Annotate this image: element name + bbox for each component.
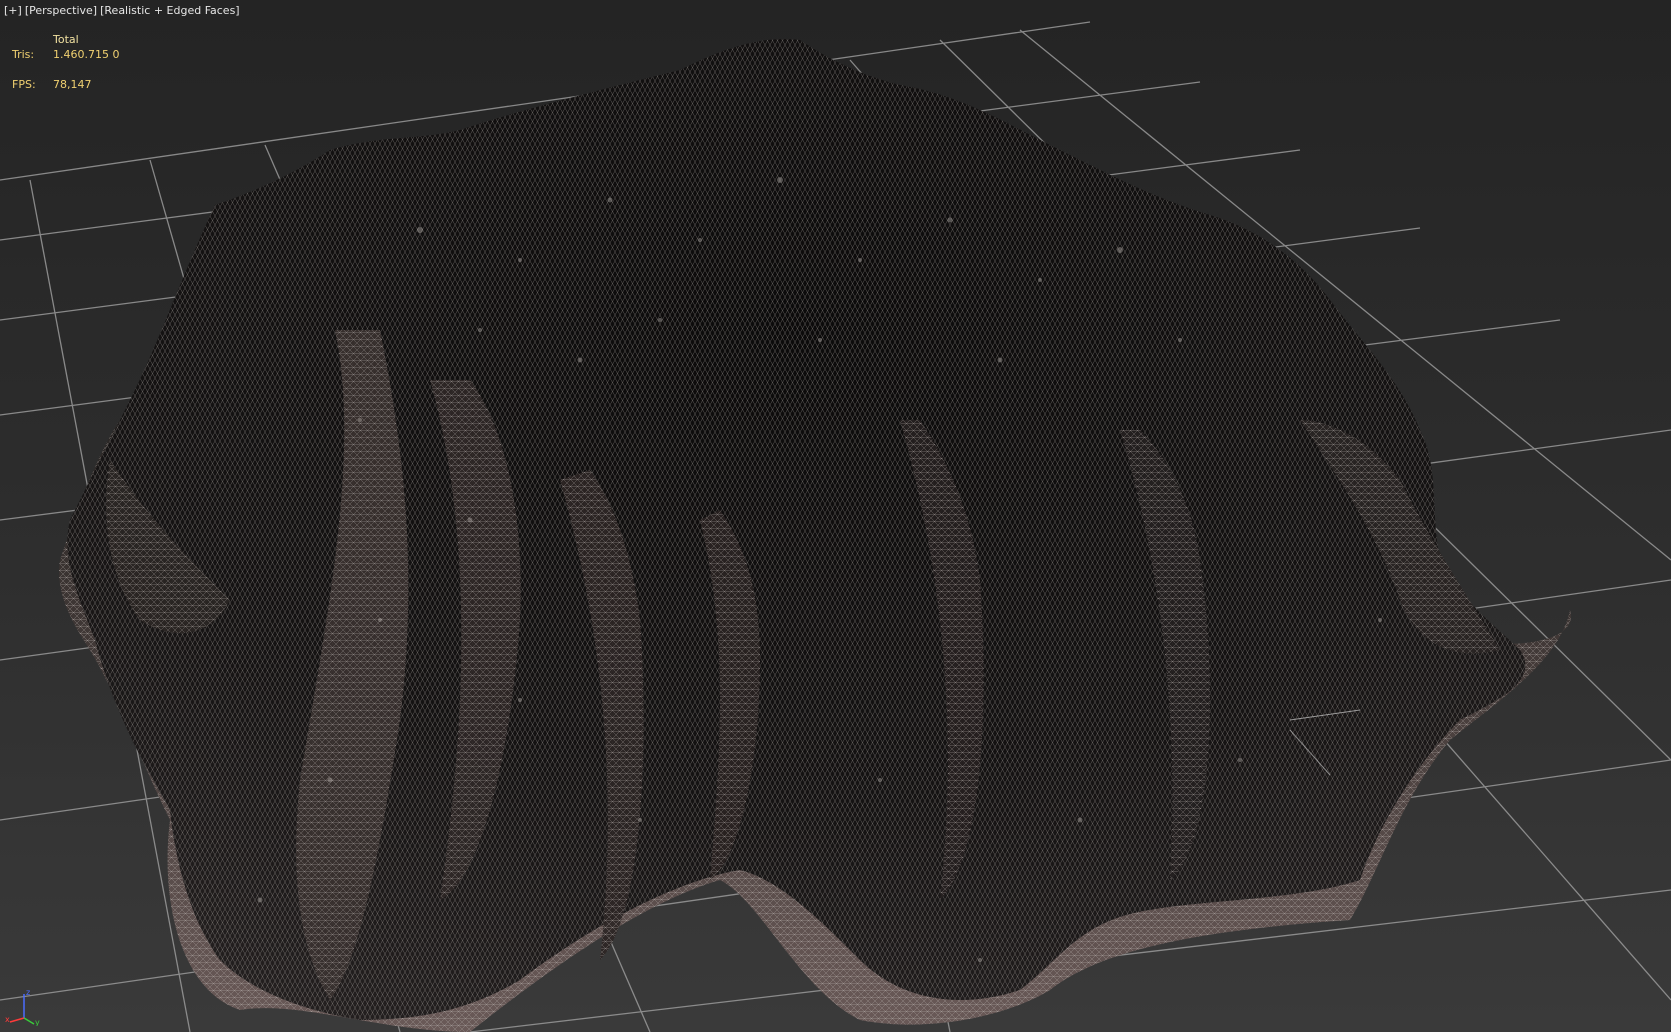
stats-fps-label: FPS: xyxy=(12,78,36,91)
axis-y-label: y xyxy=(35,1018,40,1026)
scene-render[interactable] xyxy=(0,0,1671,1032)
viewport-point-of-view-menu[interactable]: [Perspective] xyxy=(25,4,97,18)
stats-fps-value: 78,147 xyxy=(53,78,92,91)
perspective-viewport[interactable]: [+] [Perspective] [Realistic + Edged Fac… xyxy=(0,0,1671,1032)
axis-tripod-icon: z x y xyxy=(5,988,40,1026)
axis-x-label: x xyxy=(5,1015,10,1024)
viewport-shading-menu[interactable]: [Realistic + Edged Faces] xyxy=(100,4,239,18)
viewport-label-menu: [+] [Perspective] [Realistic + Edged Fac… xyxy=(4,4,240,18)
stats-tris-label: Tris: xyxy=(12,48,35,61)
axis-z-label: z xyxy=(26,988,30,997)
stats-total-header: Total xyxy=(53,33,79,46)
viewport-menu-plus[interactable]: [+] xyxy=(4,4,22,18)
stats-tris-value: 1.460.715 0 xyxy=(53,48,120,61)
